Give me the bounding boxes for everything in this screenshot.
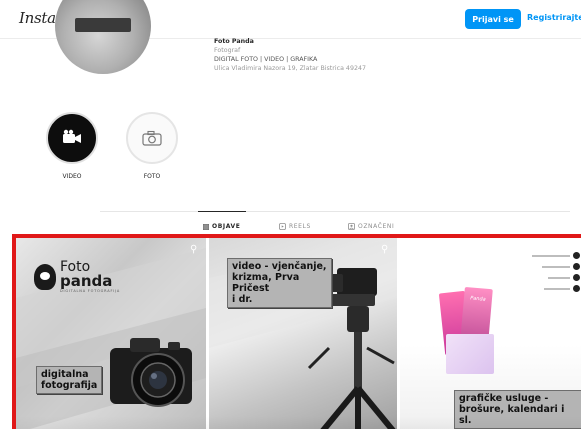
post-1[interactable]: Foto panda DIGITALNA FOTOGRAFIJA digital…: [16, 238, 206, 429]
post-3[interactable]: Panda grafičke usluge - brošure, kalenda…: [400, 238, 581, 429]
tab-objave-label: OBJAVE: [212, 223, 241, 230]
instagram-icon: [573, 274, 580, 281]
email-icon: [573, 263, 580, 270]
profile-name: Foto Panda: [214, 38, 254, 45]
video-camera-icon: [63, 129, 81, 143]
post-2[interactable]: video - vjenčanje, krizma, Prva Pričest …: [209, 238, 397, 429]
grid-bottom-shade: [16, 416, 581, 429]
highlight-video-cover: [46, 112, 98, 164]
pin-icon: ⚲: [381, 244, 389, 255]
grid-icon: [203, 223, 209, 230]
phone-icon: [573, 252, 580, 259]
profile-address[interactable]: Ulica Vladimira Nazora 19, Zlatar Bistri…: [214, 64, 366, 73]
profile-info: Foto Panda Fotograf DIGITAL FOTO | VIDEO…: [214, 37, 366, 73]
highlight-foto-cover: [126, 112, 178, 164]
tab-reels-label: REELS: [289, 223, 311, 230]
post-3-caption-line-1: grafičke usluge -: [459, 393, 549, 404]
highlight-foto-label: FOTO: [143, 173, 161, 180]
logo-text-panda: panda: [60, 272, 113, 290]
post-1-caption-line-2: fotografija: [41, 380, 98, 391]
brochure-image: [446, 334, 494, 374]
profile-category: Fotograf: [214, 47, 241, 54]
brochure-text: Panda: [469, 295, 486, 303]
highlight-video[interactable]: VIDEO: [42, 112, 102, 180]
logo-tagline: DIGITALNA FOTOGRAFIJA: [60, 289, 121, 293]
tabs-divider: [100, 211, 570, 212]
post-1-caption-line-1: digitalna: [41, 369, 89, 380]
tab-oznaceni-label: OZNAČENI: [358, 223, 395, 230]
signup-link[interactable]: Registrirajte s: [527, 13, 581, 22]
highlight-video-label: VIDEO: [62, 173, 82, 180]
foto-panda-logo: Foto panda DIGITALNA FOTOGRAFIJA: [34, 260, 120, 293]
posts-grid: Foto panda DIGITALNA FOTOGRAFIJA digital…: [12, 234, 581, 429]
dslr-camera-icon: [110, 338, 192, 407]
post-2-caption-line-3: Pričest: [232, 283, 270, 294]
highlight-foto[interactable]: FOTO: [122, 112, 182, 180]
panda-icon: [34, 263, 56, 290]
tab-reels[interactable]: REELS: [279, 223, 311, 230]
facebook-icon: [573, 285, 580, 292]
tab-objave[interactable]: OBJAVE: [203, 223, 241, 230]
profile-bio: DIGITAL FOTO | VIDEO | GRAFIKA: [214, 56, 318, 63]
pin-icon: ⚲: [190, 244, 198, 255]
post-1-caption: digitalna fotografija: [36, 366, 103, 394]
login-button[interactable]: Prijavi se: [465, 9, 521, 29]
tagged-icon: [348, 223, 355, 230]
camera-icon: [142, 130, 162, 146]
profile-avatar[interactable]: [55, 0, 151, 74]
contact-info-block: [510, 250, 580, 294]
active-tab-indicator: [198, 211, 246, 212]
post-2-caption-line-2: krizma, Prva: [232, 272, 300, 283]
reels-icon: [279, 223, 286, 230]
post-2-caption: video - vjenčanje, krizma, Prva Pričest …: [227, 258, 332, 308]
post-2-caption-line-1: video - vjenčanje,: [232, 261, 327, 272]
tab-oznaceni[interactable]: OZNAČENI: [348, 223, 394, 230]
avatar-logo-strip: [75, 18, 131, 32]
post-2-caption-line-4: i dr.: [232, 294, 253, 305]
